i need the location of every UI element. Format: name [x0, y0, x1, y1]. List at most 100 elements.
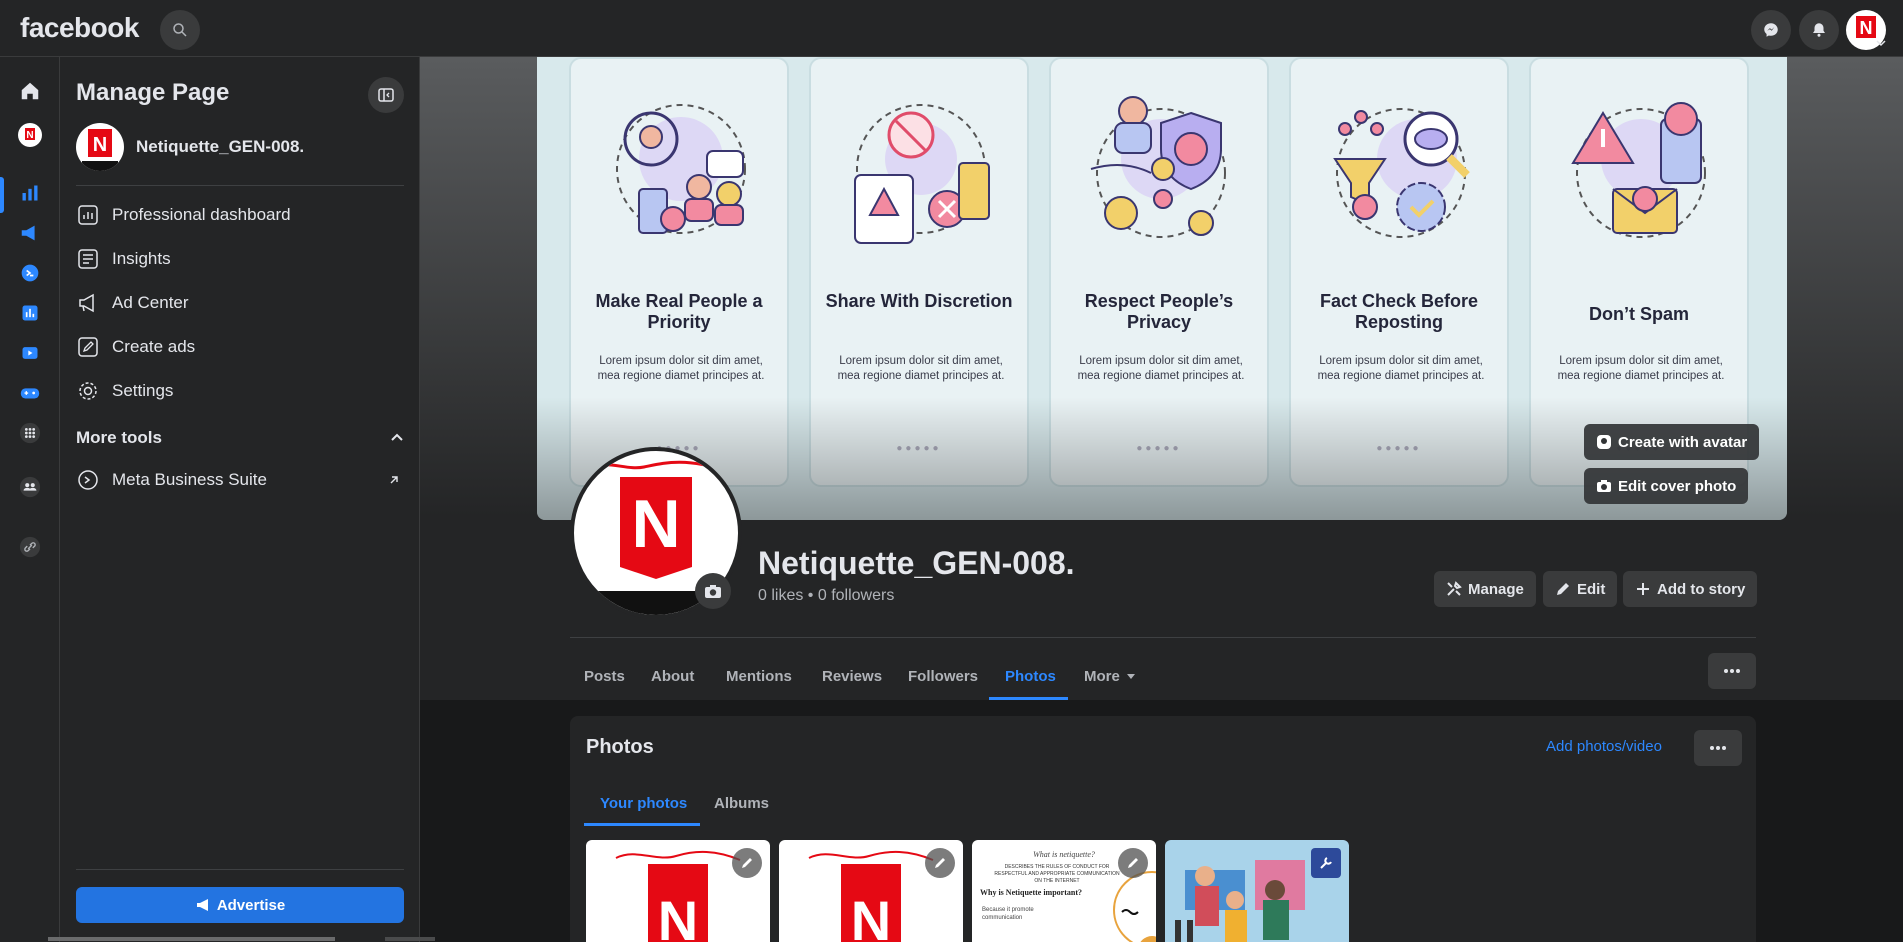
insights-icon[interactable]: [18, 181, 42, 205]
menu-settings[interactable]: Settings: [76, 371, 404, 411]
menu-label: Create ads: [112, 337, 196, 356]
collapse-panel-button[interactable]: [368, 77, 404, 113]
business-icon[interactable]: [18, 261, 42, 285]
more-options-button[interactable]: [1708, 653, 1756, 689]
card-body: Lorem ipsum dolor sit dim amet, mea regi…: [1317, 355, 1485, 382]
menu-create-ads[interactable]: Create ads: [76, 327, 404, 367]
divider: [570, 637, 1756, 638]
photo-thumbnail[interactable]: What is netiquette? DESCRIBES THE RULES …: [972, 840, 1156, 942]
external-link-icon: [390, 476, 398, 484]
page-name: Netiquette_GEN-008.: [136, 137, 305, 156]
more-dots-icon: [1724, 669, 1740, 673]
photos-section: Photos Add photos/video Your photos Albu…: [570, 716, 1756, 942]
svg-text:N: N: [658, 889, 698, 942]
photos-title: Photos: [586, 736, 654, 758]
facebook-logo[interactable]: facebook: [20, 12, 139, 44]
notifications-button[interactable]: [1799, 10, 1839, 50]
link-icon[interactable]: [18, 535, 42, 559]
apps-grid-icon[interactable]: [18, 421, 42, 445]
more-tools-label: More tools: [76, 428, 162, 447]
horizontal-scrollbar-track: [385, 937, 435, 941]
messenger-button[interactable]: [1751, 10, 1791, 50]
groups-icon[interactable]: [18, 475, 42, 499]
menu-label: Insights: [112, 249, 171, 268]
tab-mentions[interactable]: Mentions: [726, 652, 792, 700]
gaming-icon[interactable]: [18, 381, 42, 405]
advertise-button[interactable]: Advertise: [76, 887, 404, 923]
people-priority-illustration: [616, 104, 746, 234]
chevron-up-icon: [391, 433, 403, 441]
divider: [76, 185, 404, 186]
menu-label: Settings: [112, 381, 174, 400]
caret-down-icon: [1126, 674, 1135, 679]
add-photos-video-link[interactable]: Add photos/video: [1546, 738, 1662, 755]
search-button[interactable]: [160, 10, 200, 50]
tab-albums[interactable]: Albums: [714, 780, 769, 826]
tools-icon: [1447, 581, 1462, 596]
page-switcher[interactable]: N Netiquette_GEN-008.: [76, 123, 304, 171]
avatar-icon: [1597, 435, 1611, 449]
chevron-down-icon[interactable]: [1876, 38, 1886, 48]
netflix-logo-icon: N: [82, 129, 118, 171]
update-profile-picture-button[interactable]: [695, 573, 731, 609]
create-with-avatar-button[interactable]: Create with avatar: [1584, 424, 1760, 460]
cover-photo[interactable]: Make Real People a Priority Lorem ipsum …: [537, 57, 1787, 520]
manage-page-panel: Manage Page N Netiquette_GEN-008. Profes…: [60, 57, 420, 942]
photo-thumbnail[interactable]: [1165, 840, 1349, 942]
photo-thumbnail[interactable]: N: [586, 840, 770, 942]
business-suite-icon: [76, 468, 100, 492]
card-title: Fact Check Before Reposting: [1319, 291, 1479, 332]
menu-label: Professional dashboard: [112, 205, 291, 224]
wrench-icon: [1320, 857, 1332, 869]
tab-more[interactable]: More: [1084, 652, 1136, 700]
create-avatar-label: Create with avatar: [1618, 433, 1748, 451]
menu-ad-center[interactable]: Ad Center: [76, 283, 404, 323]
video-icon[interactable]: [18, 341, 42, 365]
svg-text:N: N: [26, 130, 33, 141]
megaphone-icon[interactable]: [18, 221, 42, 245]
edit-photo-button[interactable]: [925, 848, 955, 878]
menu-insights[interactable]: Insights: [76, 239, 404, 279]
home-icon[interactable]: [18, 79, 42, 103]
edit-button[interactable]: Edit: [1543, 571, 1618, 607]
tab-photos[interactable]: Photos: [1005, 652, 1056, 700]
more-dots-icon: [1710, 746, 1726, 750]
add-to-story-button[interactable]: Add to story: [1623, 571, 1758, 607]
active-tab-indicator: [989, 697, 1068, 700]
tab-followers[interactable]: Followers: [908, 652, 978, 700]
share-discretion-illustration: [854, 104, 990, 244]
active-photo-tab-indicator: [584, 823, 700, 826]
horizontal-scrollbar-thumb[interactable]: [48, 937, 335, 941]
messenger-icon: [1764, 23, 1778, 37]
rail-active-indicator: [0, 177, 4, 213]
menu-meta-business-suite[interactable]: Meta Business Suite: [76, 460, 404, 500]
chart-icon[interactable]: [18, 301, 42, 325]
edit-cover-photo-button[interactable]: Edit cover photo: [1584, 468, 1749, 504]
tab-about[interactable]: About: [651, 652, 694, 700]
page-avatar-icon[interactable]: N: [18, 123, 42, 147]
edit-photo-button[interactable]: [732, 848, 762, 878]
photo-thumbnail[interactable]: N: [779, 840, 963, 942]
photos-options-button[interactable]: [1694, 730, 1742, 766]
edit-photo-button[interactable]: [1311, 848, 1341, 878]
search-icon: [173, 23, 187, 37]
more-tools-toggle[interactable]: More tools: [76, 423, 404, 453]
card-body: Lorem ipsum dolor sit dim amet, mea regi…: [597, 355, 765, 382]
tab-posts[interactable]: Posts: [584, 652, 625, 700]
tab-your-photos[interactable]: Your photos: [600, 780, 687, 826]
profile-stats: 0 likes • 0 followers: [758, 587, 895, 604]
panel-title: Manage Page: [76, 79, 230, 106]
gear-icon: [76, 379, 100, 403]
card-title: Share With Discretion: [825, 291, 1013, 311]
top-bar: facebook N: [0, 0, 1903, 57]
card-title: Respect People’s Privacy: [1084, 291, 1234, 332]
add-story-label: Add to story: [1657, 580, 1746, 598]
menu-label: Ad Center: [112, 293, 189, 312]
manage-label: Manage: [1468, 580, 1524, 598]
menu-professional-dashboard[interactable]: Professional dashboard: [76, 195, 404, 235]
manage-button[interactable]: Manage: [1434, 571, 1536, 607]
menu-label: Meta Business Suite: [112, 470, 267, 489]
tab-reviews[interactable]: Reviews: [822, 652, 882, 700]
edit-photo-button[interactable]: [1118, 848, 1148, 878]
svg-text:N: N: [851, 889, 891, 942]
